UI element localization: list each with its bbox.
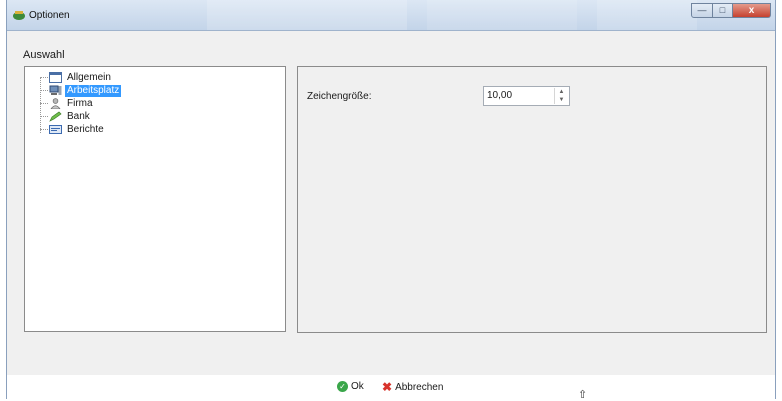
computer-icon [49, 85, 62, 95]
font-size-stepper[interactable]: 10,00 ▲ ▼ [483, 86, 570, 106]
minimize-button[interactable]: — [691, 3, 713, 18]
tree-item-label: Arbeitsplatz [65, 84, 122, 97]
ok-button[interactable]: ✓ Ok [337, 381, 364, 392]
window-title: Optionen [29, 10, 70, 21]
maximize-button[interactable]: □ [713, 3, 733, 18]
check-icon: ✓ [337, 381, 348, 392]
font-size-label: Zeichengröße: [307, 91, 372, 102]
window-controls: — □ x [691, 3, 771, 18]
options-window: Optionen — □ x Auswahl Allgemein Arbeits… [6, 0, 776, 401]
ok-label: Ok [351, 381, 364, 392]
cancel-x-icon: ✖ [382, 380, 393, 394]
title-bar[interactable]: Optionen — □ x [7, 0, 775, 31]
dialog-footer: ✓ Ok ✖ Abbrechen ⇧ [7, 375, 775, 401]
tree-item-arbeitsplatz[interactable]: Arbeitsplatz [35, 84, 122, 97]
tree-item-bank[interactable]: Bank [35, 110, 92, 123]
tree-item-label: Allgemein [67, 71, 111, 83]
cancel-label: Abbrechen [395, 381, 444, 393]
tree-group-label: Auswahl [23, 49, 65, 61]
cancel-button[interactable]: ✖ Abbrechen [382, 381, 443, 393]
pencil-icon [49, 111, 62, 122]
options-tree[interactable]: Allgemein Arbeitsplatz Firma Bank Berich… [24, 66, 286, 332]
tree-item-label: Firma [67, 97, 93, 109]
tree-item-firma[interactable]: Firma [35, 97, 95, 110]
settings-panel: Zeichengröße: 10,00 ▲ ▼ [297, 66, 767, 333]
tree-item-berichte[interactable]: Berichte [35, 123, 106, 136]
mouse-cursor-icon: ⇧ [578, 389, 588, 401]
font-size-value[interactable]: 10,00 [487, 90, 512, 101]
person-icon [50, 98, 61, 109]
app-icon [13, 11, 25, 20]
spin-up-button[interactable]: ▲ [555, 88, 568, 96]
spin-buttons: ▲ ▼ [554, 88, 568, 104]
close-button[interactable]: x [733, 3, 771, 18]
window-icon [49, 72, 62, 83]
report-icon [49, 125, 62, 134]
tree-item-allgemein[interactable]: Allgemein [35, 71, 113, 84]
tree-item-label: Bank [67, 110, 90, 122]
tree-item-label: Berichte [67, 123, 104, 135]
spin-down-button[interactable]: ▼ [555, 96, 568, 104]
